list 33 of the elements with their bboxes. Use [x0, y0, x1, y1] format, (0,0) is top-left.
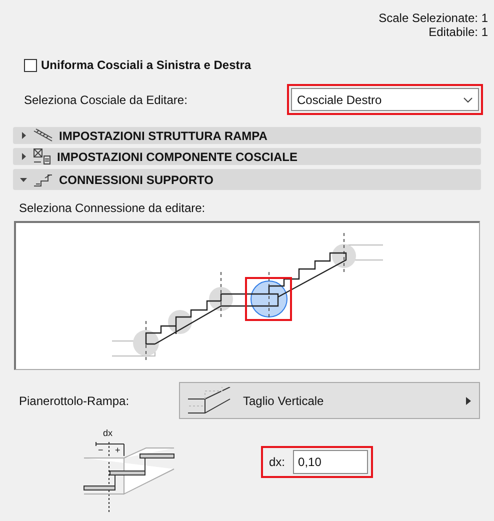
checkbox-label: Uniforma Cosciali a Sinistra e Destra	[41, 57, 252, 74]
submenu-arrow-icon	[466, 396, 471, 404]
selection-info: Scale Selezionate: 1	[378, 11, 488, 25]
section-header[interactable]: IMPOSTAZIONI STRUTTURA RAMPA	[13, 127, 481, 144]
dx-input[interactable]: 0,10	[293, 450, 368, 474]
section-header[interactable]: IMPOSTAZIONI COMPONENTE COSCIALE	[13, 148, 481, 165]
stringer-dropdown[interactable]: Cosciale Destro	[291, 88, 479, 111]
landing-flight-label: Pianerottolo-Rampa:	[19, 392, 130, 410]
checkbox[interactable]	[24, 58, 37, 72]
connection-label: Seleziona Connessione da editare:	[19, 200, 206, 217]
dimension-label: dx	[103, 427, 113, 440]
connection-point[interactable]	[209, 287, 233, 311]
minus-label: −	[98, 446, 104, 455]
dx-label: dx:	[269, 454, 286, 471]
section-header[interactable]: CONNESSIONI SUPPORTO	[13, 169, 481, 190]
vertical-cut-icon	[188, 386, 233, 414]
collapsed-arrow-icon	[20, 153, 27, 160]
chevron-down-icon	[463, 96, 473, 102]
connection-point[interactable]	[250, 280, 288, 318]
connection-point[interactable]	[168, 310, 192, 334]
plus-label: +	[115, 446, 120, 455]
connection-point[interactable]	[332, 244, 356, 268]
selection-frame	[245, 277, 292, 321]
connection-point[interactable]	[133, 330, 159, 356]
collapsed-arrow-icon	[20, 132, 27, 139]
expanded-arrow-icon	[20, 176, 27, 183]
selection-info: Editabile: 1	[428, 25, 488, 39]
connection-type-button[interactable]: Taglio Verticale	[179, 382, 480, 419]
stair-connection-icon	[33, 172, 53, 188]
select-label: Seleziona Cosciale da Editare:	[24, 92, 188, 108]
stair-structure-icon	[33, 128, 53, 144]
connection-diagram[interactable]	[14, 221, 480, 370]
component-settings-icon	[33, 148, 51, 166]
